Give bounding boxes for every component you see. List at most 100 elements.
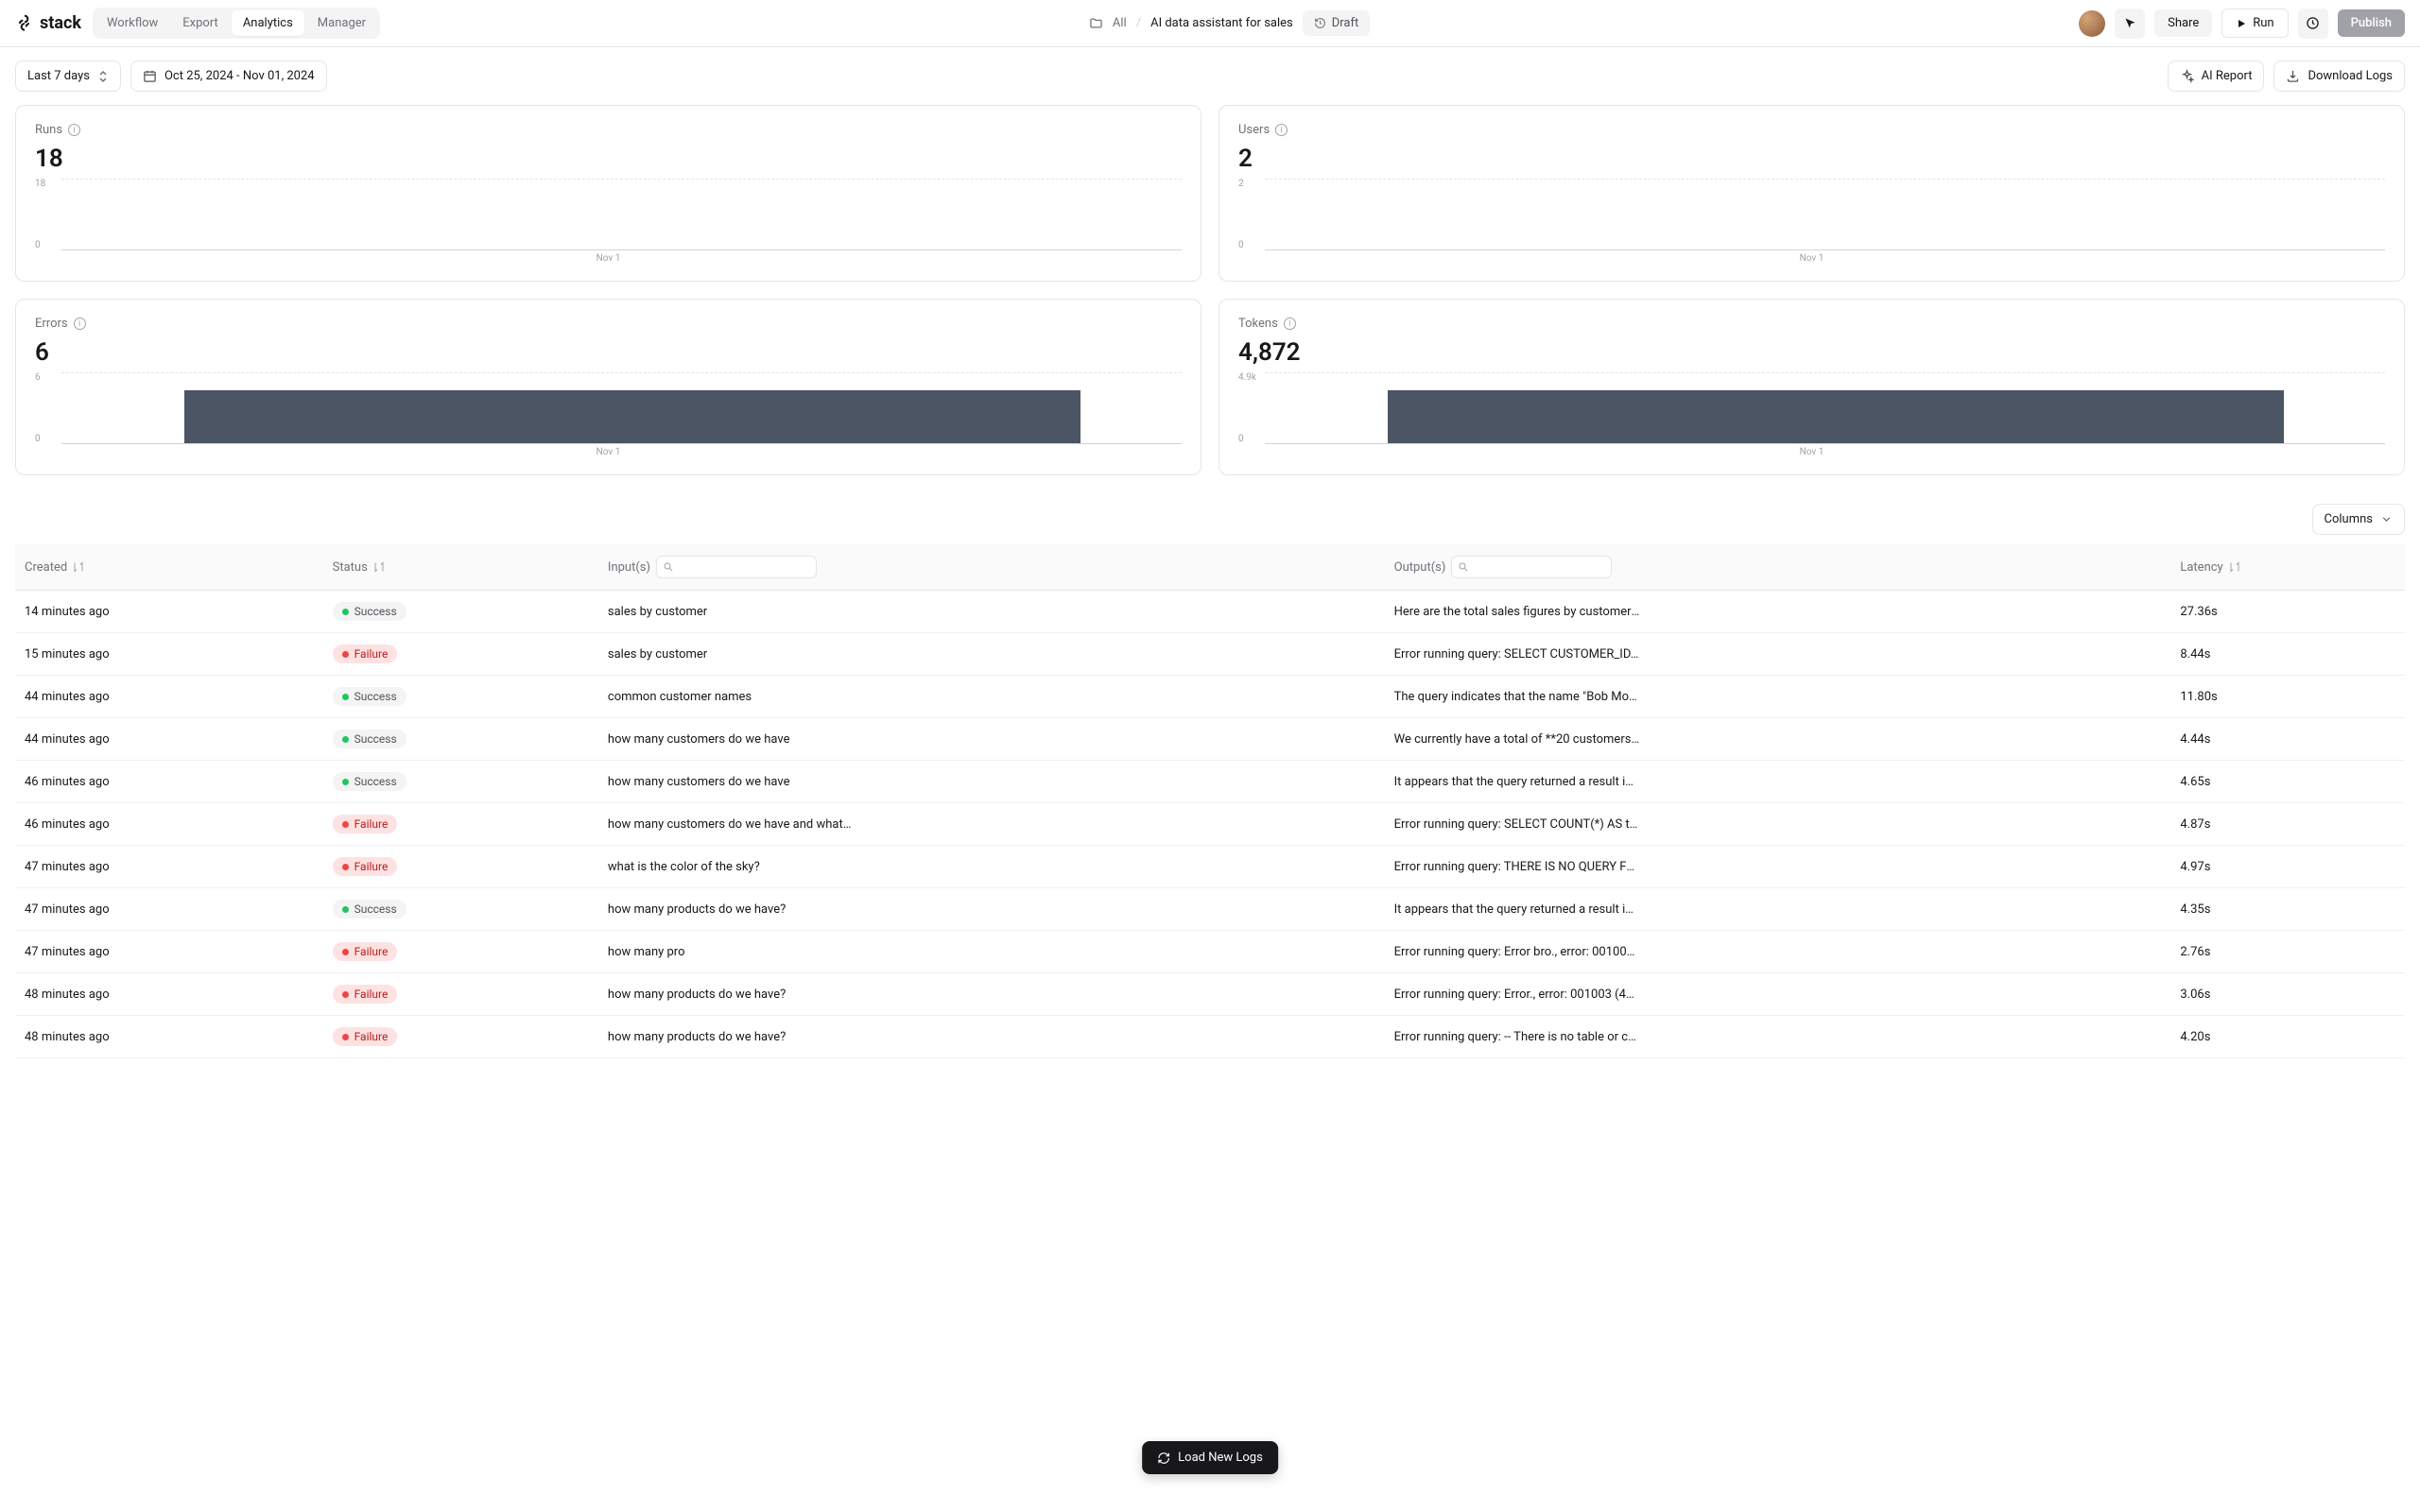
download-logs-label: Download Logs bbox=[2308, 69, 2393, 83]
table-row[interactable]: 48 minutes ago Failure how many products… bbox=[15, 973, 2405, 1016]
th-created-label: Created bbox=[25, 560, 67, 575]
breadcrumb-root[interactable]: All bbox=[1113, 16, 1127, 30]
cell-latency: 8.44s bbox=[2170, 633, 2405, 676]
columns-button[interactable]: Columns bbox=[2312, 504, 2406, 535]
table-row[interactable]: 46 minutes ago Failure how many customer… bbox=[15, 803, 2405, 846]
outputs-search[interactable] bbox=[1451, 556, 1612, 578]
cell-latency: 11.80s bbox=[2170, 676, 2405, 718]
cell-output: It appears that the query returned a res… bbox=[1385, 761, 2171, 803]
table-row[interactable]: 44 minutes ago Success how many customer… bbox=[15, 718, 2405, 761]
search-icon bbox=[663, 561, 674, 573]
chart-bar bbox=[1388, 390, 2284, 443]
logo-text: stack bbox=[40, 13, 81, 33]
inputs-search-input[interactable] bbox=[678, 560, 810, 574]
range-label: Last 7 days bbox=[27, 69, 90, 83]
table-row[interactable]: 44 minutes ago Success common customer n… bbox=[15, 676, 2405, 718]
tab-export[interactable]: Export bbox=[171, 10, 230, 36]
cell-status: Success bbox=[323, 676, 598, 718]
info-icon[interactable]: i bbox=[68, 124, 80, 136]
status-dot-icon bbox=[342, 779, 349, 785]
cell-created: 44 minutes ago bbox=[15, 718, 323, 761]
x-label: Nov 1 bbox=[1800, 447, 1824, 457]
tab-manager[interactable]: Manager bbox=[306, 10, 377, 36]
info-icon[interactable]: i bbox=[1284, 318, 1296, 330]
status-dot-icon bbox=[342, 1034, 349, 1040]
app-header: stack Workflow Export Analytics Manager … bbox=[0, 0, 2420, 47]
th-latency[interactable]: Latency bbox=[2170, 544, 2405, 591]
tab-analytics[interactable]: Analytics bbox=[232, 10, 304, 36]
range-select[interactable]: Last 7 days bbox=[15, 60, 121, 92]
cell-status: Failure bbox=[323, 1016, 598, 1058]
metric-card-errors: Errors i 6 6 0 Nov 1 bbox=[15, 299, 1201, 475]
table-row[interactable]: 15 minutes ago Failure sales by customer… bbox=[15, 633, 2405, 676]
draft-pill[interactable]: Draft bbox=[1303, 10, 1371, 36]
y-top: 2 bbox=[1238, 179, 1244, 189]
load-new-logs-toast[interactable]: Load New Logs bbox=[1142, 1441, 1278, 1474]
status-badge: Failure bbox=[333, 857, 398, 876]
table-row[interactable]: 14 minutes ago Success sales by customer… bbox=[15, 591, 2405, 633]
columns-label: Columns bbox=[2325, 512, 2374, 526]
cell-input: how many customers do we have and what a… bbox=[598, 803, 1385, 846]
cell-output: Error running query: -- There is no tabl… bbox=[1385, 1016, 2171, 1058]
table-row[interactable]: 46 minutes ago Success how many customer… bbox=[15, 761, 2405, 803]
avatar[interactable] bbox=[2079, 10, 2105, 37]
status-badge: Failure bbox=[333, 985, 398, 1004]
cell-status: Failure bbox=[323, 633, 598, 676]
cell-input: what is the color of the sky? bbox=[598, 846, 1385, 888]
clock-button[interactable] bbox=[2298, 9, 2328, 39]
history-icon bbox=[1314, 17, 1326, 29]
cell-output: It appears that the query returned a res… bbox=[1385, 888, 2171, 931]
cell-created: 48 minutes ago bbox=[15, 973, 323, 1016]
table-row[interactable]: 47 minutes ago Failure what is the color… bbox=[15, 846, 2405, 888]
status-badge: Success bbox=[333, 602, 406, 621]
publish-button[interactable]: Publish bbox=[2338, 9, 2405, 37]
th-latency-label: Latency bbox=[2180, 560, 2222, 575]
cell-latency: 2.76s bbox=[2170, 931, 2405, 973]
metric-card-runs: Runs i 18 18 0 Nov 1 bbox=[15, 105, 1201, 282]
outputs-search-input[interactable] bbox=[1473, 560, 1605, 574]
date-range-text: Oct 25, 2024 - Nov 01, 2024 bbox=[164, 69, 315, 83]
chevron-down-icon bbox=[2380, 513, 2393, 525]
cell-status: Failure bbox=[323, 931, 598, 973]
card-title-text: Tokens bbox=[1238, 317, 1278, 331]
table-row[interactable]: 47 minutes ago Failure how many pro Erro… bbox=[15, 931, 2405, 973]
cell-created: 47 minutes ago bbox=[15, 931, 323, 973]
ai-report-button[interactable]: AI Report bbox=[2168, 60, 2265, 92]
tab-workflow[interactable]: Workflow bbox=[95, 10, 169, 36]
info-icon[interactable]: i bbox=[74, 318, 86, 330]
cell-latency: 4.20s bbox=[2170, 1016, 2405, 1058]
chevron-updown-icon bbox=[97, 70, 109, 83]
cell-status: Failure bbox=[323, 973, 598, 1016]
card-title-text: Errors bbox=[35, 317, 68, 331]
cell-status: Failure bbox=[323, 846, 598, 888]
table-row[interactable]: 48 minutes ago Failure how many products… bbox=[15, 1016, 2405, 1058]
th-status[interactable]: Status bbox=[323, 544, 598, 591]
download-icon bbox=[2286, 69, 2300, 83]
cell-input: how many pro bbox=[598, 931, 1385, 973]
status-dot-icon bbox=[342, 949, 349, 955]
run-button[interactable]: Run bbox=[2221, 9, 2288, 38]
cell-status: Success bbox=[323, 718, 598, 761]
cursor-button[interactable] bbox=[2115, 9, 2145, 39]
metric-card-users: Users i 2 2 0 Nov 1 bbox=[1219, 105, 2405, 282]
status-dot-icon bbox=[342, 906, 349, 913]
table-row[interactable]: 47 minutes ago Success how many products… bbox=[15, 888, 2405, 931]
cell-input: sales by customer bbox=[598, 591, 1385, 633]
y-bottom: 0 bbox=[35, 240, 45, 250]
card-title-text: Runs bbox=[35, 123, 62, 137]
share-button[interactable]: Share bbox=[2154, 9, 2212, 37]
cell-created: 14 minutes ago bbox=[15, 591, 323, 633]
th-created[interactable]: Created bbox=[15, 544, 323, 591]
sort-icon bbox=[73, 561, 84, 573]
breadcrumb-current[interactable]: AI data assistant for sales bbox=[1150, 16, 1293, 30]
cell-output: Error running query: SELECT COUNT(*) AS … bbox=[1385, 803, 2171, 846]
mini-chart: 6 0 Nov 1 bbox=[35, 372, 1182, 457]
inputs-search[interactable] bbox=[656, 556, 817, 578]
status-badge: Failure bbox=[333, 942, 398, 961]
download-logs-button[interactable]: Download Logs bbox=[2273, 60, 2405, 92]
sort-icon bbox=[373, 561, 385, 573]
th-inputs-label: Input(s) bbox=[608, 560, 650, 575]
cell-input: how many products do we have? bbox=[598, 888, 1385, 931]
date-range-picker[interactable]: Oct 25, 2024 - Nov 01, 2024 bbox=[130, 60, 327, 92]
info-icon[interactable]: i bbox=[1275, 124, 1288, 136]
